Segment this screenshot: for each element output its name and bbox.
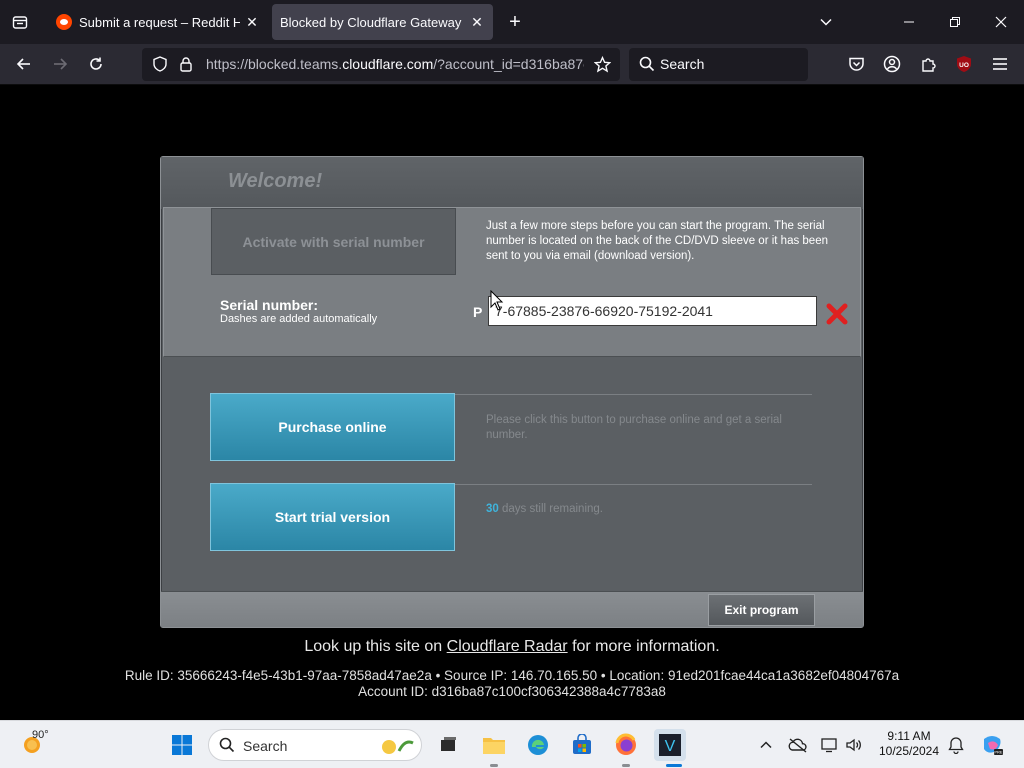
firefox-icon[interactable] <box>610 729 642 761</box>
url-prefix: https://blocked.teams. <box>206 56 343 72</box>
running-indicator <box>622 764 630 767</box>
onedrive-offline-icon[interactable] <box>782 729 814 761</box>
search-bar[interactable]: Search <box>629 48 808 81</box>
serial-number-input[interactable] <box>488 296 817 326</box>
svg-text:PRE: PRE <box>994 750 1003 755</box>
edge-icon[interactable] <box>522 729 554 761</box>
tab-cloudflare-blocked[interactable]: Blocked by Cloudflare Gateway ✕ <box>272 4 493 40</box>
close-icon[interactable]: ✕ <box>465 10 489 34</box>
bookmark-star-icon[interactable] <box>593 55 612 78</box>
search-icon <box>639 56 655 77</box>
windows-taskbar: 90° Search V 9:11 AM 10/25/2024 PRE <box>0 720 1024 768</box>
tab-title: Submit a request – Reddit Help <box>79 14 240 30</box>
cloudflare-radar-link[interactable]: Cloudflare Radar <box>447 638 568 655</box>
chevron-down-icon[interactable] <box>814 10 838 34</box>
active-app-indicator <box>666 764 682 767</box>
menu-icon[interactable] <box>986 50 1014 78</box>
search-icon <box>219 737 235 758</box>
pocket-icon[interactable] <box>842 50 870 78</box>
extensions-icon[interactable] <box>914 50 942 78</box>
task-view-icon[interactable] <box>432 729 464 761</box>
activate-serial-tab[interactable]: Activate with serial number <box>211 208 456 275</box>
vscode-terminal-icon[interactable]: V <box>654 729 686 761</box>
lock-icon[interactable] <box>179 56 193 77</box>
windows-start-icon[interactable] <box>166 729 198 761</box>
rule-info: Rule ID: 35666243-f4e5-43b1-97aa-7858ad4… <box>124 668 900 683</box>
ublock-origin-icon[interactable]: UO <box>950 50 978 78</box>
divider <box>454 484 812 485</box>
divider <box>454 394 812 395</box>
serial-number-label: Serial number: <box>220 297 319 313</box>
cloudflare-radar-line: Look up this site on Cloudflare Radar fo… <box>0 638 1024 656</box>
search-placeholder: Search <box>660 56 705 72</box>
new-tab-button[interactable]: + <box>503 10 527 34</box>
reddit-favicon-icon <box>56 14 72 30</box>
tab-list-icon[interactable] <box>8 10 32 34</box>
running-indicator <box>490 764 498 767</box>
restore-button[interactable] <box>932 0 978 44</box>
serial-prefix: P <box>473 304 483 320</box>
trial-days-count: 30 <box>486 503 499 515</box>
dialog-footer: Exit program <box>161 591 863 627</box>
search-highlight-icon <box>377 735 417 762</box>
clock-time: 9:11 AM <box>887 729 931 743</box>
activation-dialog: Welcome! Activate with serial number Jus… <box>160 156 864 628</box>
url-text[interactable]: https://blocked.teams.cloudflare.com/?ac… <box>206 56 584 72</box>
block-details: Rule ID: 35666243-f4e5-43b1-97aa-7858ad4… <box>0 668 1024 700</box>
trial-description: 30 days still remaining. <box>486 502 816 517</box>
notification-bell-icon[interactable] <box>940 729 972 761</box>
intro-text: Just a few more steps before you can sta… <box>486 220 828 262</box>
svg-text:UO: UO <box>959 62 969 69</box>
browser-navbar: https://blocked.teams.cloudflare.com/?ac… <box>0 44 1024 85</box>
page-content: Welcome! Activate with serial number Jus… <box>0 85 1024 720</box>
taskbar-search[interactable]: Search <box>208 729 422 761</box>
tab-title: Blocked by Cloudflare Gateway <box>280 14 462 30</box>
serial-hint: Dashes are added automatically <box>220 313 378 325</box>
trial-days-text: days still remaining. <box>502 503 603 515</box>
copilot-icon[interactable]: PRE <box>976 729 1008 761</box>
volume-icon[interactable] <box>838 729 870 761</box>
exit-program-button[interactable]: Exit program <box>708 594 815 626</box>
weather-temperature: 90° <box>32 729 49 741</box>
taskbar-search-label: Search <box>243 738 288 754</box>
microsoft-store-icon[interactable] <box>566 729 598 761</box>
close-window-button[interactable] <box>978 0 1024 44</box>
radar-text-post: for more information. <box>572 638 720 655</box>
back-button[interactable] <box>10 50 38 78</box>
mouse-cursor-icon <box>490 289 504 312</box>
browser-tabbar: Submit a request – Reddit Help ✕ Blocked… <box>0 0 1024 44</box>
clear-serial-icon[interactable] <box>825 302 849 326</box>
account-icon[interactable] <box>878 50 906 78</box>
minimize-button[interactable] <box>886 0 932 44</box>
activation-panel: Activate with serial number Just a few m… <box>163 207 861 357</box>
clock[interactable]: 9:11 AM 10/25/2024 <box>872 729 946 759</box>
welcome-title: Welcome! <box>228 170 323 192</box>
url-bar[interactable]: https://blocked.teams.cloudflare.com/?ac… <box>142 48 620 81</box>
start-trial-button[interactable]: Start trial version <box>210 483 455 551</box>
forward-button[interactable] <box>46 50 74 78</box>
close-icon[interactable]: ✕ <box>240 10 264 34</box>
account-info: Account ID: d316ba87c100cf306342388a4c77… <box>358 684 666 699</box>
url-domain: cloudflare.com <box>342 56 434 72</box>
purchase-online-button[interactable]: Purchase online <box>210 393 455 461</box>
purchase-description: Please click this button to purchase onl… <box>486 414 782 441</box>
radar-text-pre: Look up this site on <box>304 638 443 655</box>
dialog-header: Welcome! <box>161 157 863 209</box>
svg-text:V: V <box>665 738 676 755</box>
clock-date: 10/25/2024 <box>878 744 940 758</box>
shield-icon[interactable] <box>152 56 168 77</box>
chevron-up-icon[interactable] <box>750 729 782 761</box>
file-explorer-icon[interactable] <box>478 729 510 761</box>
reload-button[interactable] <box>82 50 110 78</box>
tab-reddit-help[interactable]: Submit a request – Reddit Help ✕ <box>46 4 268 40</box>
url-suffix: /?account_id=d316ba87c <box>433 56 584 72</box>
